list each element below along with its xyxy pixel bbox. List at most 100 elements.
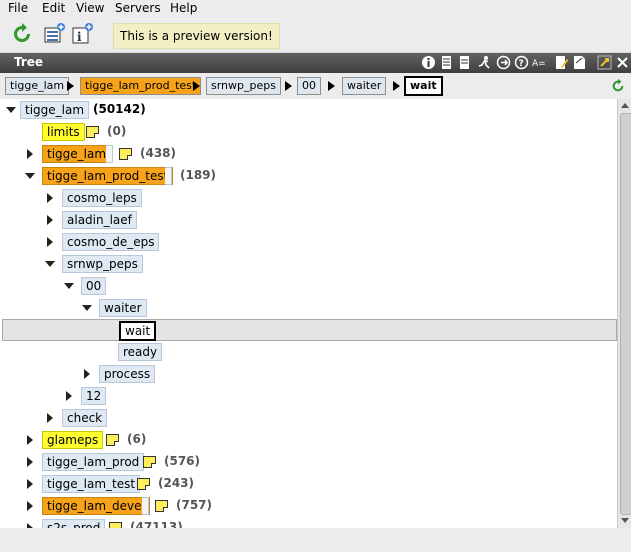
breadcrumb-item[interactable]: waiter xyxy=(342,77,387,95)
collapsed-icon[interactable] xyxy=(47,413,53,423)
tree-node[interactable]: 00 xyxy=(81,277,107,295)
tree-node[interactable]: limits xyxy=(42,123,85,141)
tree-row[interactable]: tigge_lam_devel (757) xyxy=(0,495,617,517)
tree-row[interactable]: 12 xyxy=(0,385,617,407)
refresh-icon[interactable] xyxy=(10,22,34,46)
breadcrumb-separator-icon xyxy=(67,81,74,91)
scroll-down-icon[interactable] xyxy=(621,518,629,523)
tree-row[interactable]: tigge_lam (50142) xyxy=(0,99,617,121)
tree-node[interactable]: tigge_lam_prod_test xyxy=(42,167,174,185)
tree-row[interactable]: s2s_prod (47113) xyxy=(0,517,617,528)
variables-icon[interactable]: A=1 xyxy=(532,55,547,70)
panel-title: Tree xyxy=(14,55,44,69)
tree-node[interactable]: tigge_lam_test xyxy=(42,475,141,493)
tree-node[interactable]: cosmo_leps xyxy=(62,189,142,207)
tree-row[interactable]: process xyxy=(0,363,617,385)
tree-node[interactable]: s2s_prod xyxy=(42,519,106,528)
refresh-icon[interactable] xyxy=(610,78,626,94)
expanded-icon[interactable] xyxy=(45,261,55,267)
tree-row[interactable]: tigge_lam_test (243) xyxy=(0,473,617,495)
tree-node[interactable]: process xyxy=(99,365,156,383)
expanded-icon[interactable] xyxy=(6,107,16,113)
tree-row[interactable]: cosmo_leps xyxy=(0,187,617,209)
detach-icon[interactable] xyxy=(597,55,612,70)
note-icon xyxy=(143,456,156,468)
tree-row-selected[interactable]: wait xyxy=(2,319,617,341)
breadcrumb-item[interactable]: srnwp_peps xyxy=(206,77,281,95)
tree-node[interactable]: check xyxy=(62,409,108,427)
node-tail xyxy=(106,145,113,163)
collapsed-icon[interactable] xyxy=(47,215,53,225)
tree-node[interactable]: srnwp_peps xyxy=(62,255,143,273)
why-icon[interactable]: ? xyxy=(514,55,529,70)
expanded-icon[interactable] xyxy=(64,283,74,289)
menu-servers[interactable]: Servers xyxy=(115,1,161,15)
expanded-icon[interactable] xyxy=(82,305,92,311)
tree-row[interactable]: limits (0) xyxy=(0,121,617,143)
toolbar: i This is a preview version! xyxy=(0,18,631,53)
tree-row[interactable]: 00 xyxy=(0,275,617,297)
expanded-icon[interactable] xyxy=(25,173,35,179)
tree-row[interactable]: cosmo_de_eps xyxy=(0,231,617,253)
tree-row[interactable]: srnwp_peps xyxy=(0,253,617,275)
node-count: (6) xyxy=(127,432,147,446)
breadcrumb-item[interactable]: tigge_lam_prod_test xyxy=(80,77,202,95)
tree-node[interactable]: tigge_lam_prod xyxy=(42,453,145,471)
vertical-scrollbar[interactable] xyxy=(617,99,631,528)
collapsed-icon[interactable] xyxy=(27,479,33,489)
node-tail xyxy=(165,167,172,185)
tree-row[interactable]: check xyxy=(0,407,617,429)
menu-file[interactable]: File xyxy=(8,1,28,15)
svg-text:i: i xyxy=(77,30,82,44)
tree-row[interactable]: aladin_laef xyxy=(0,209,617,231)
note-icon xyxy=(119,148,132,160)
collapsed-icon[interactable] xyxy=(84,369,90,379)
close-icon[interactable] xyxy=(615,55,630,70)
scroll-up-icon[interactable] xyxy=(621,103,629,108)
breadcrumb-item[interactable]: tigge_lam xyxy=(5,77,70,95)
tree-node[interactable]: tigge_lam xyxy=(42,145,112,163)
menu-view[interactable]: View xyxy=(76,1,104,15)
preview-banner: This is a preview version! xyxy=(113,23,280,49)
job-icon[interactable] xyxy=(477,55,492,70)
tree-node[interactable]: aladin_laef xyxy=(62,211,137,229)
tree-row[interactable]: ready xyxy=(0,341,617,363)
collapsed-icon[interactable] xyxy=(27,435,33,445)
tree-node[interactable]: 12 xyxy=(81,387,107,405)
tree-node[interactable]: ready xyxy=(118,343,163,361)
collapsed-icon[interactable] xyxy=(47,193,53,203)
messages-icon[interactable] xyxy=(572,55,587,70)
scrollbar-thumb[interactable] xyxy=(620,113,631,515)
tree-node-server[interactable]: tigge_lam xyxy=(20,101,90,119)
tree-node[interactable]: waiter xyxy=(99,299,147,317)
script-icon[interactable] xyxy=(439,55,454,70)
tree-row[interactable]: tigge_lam (438) xyxy=(0,143,617,165)
collapsed-icon[interactable] xyxy=(27,457,33,467)
collapsed-icon[interactable] xyxy=(47,237,53,247)
add-server-icon[interactable] xyxy=(42,22,66,46)
menu-edit[interactable]: Edit xyxy=(42,1,65,15)
node-tail xyxy=(142,497,149,515)
tree-row[interactable]: waiter xyxy=(0,297,617,319)
output-icon[interactable] xyxy=(496,55,511,70)
collapsed-icon[interactable] xyxy=(27,501,33,511)
breadcrumb-separator-icon xyxy=(393,81,400,91)
collapsed-icon[interactable] xyxy=(27,149,33,159)
edit-icon[interactable] xyxy=(554,55,569,70)
info-icon[interactable] xyxy=(421,55,436,70)
tree-row[interactable]: tigge_lam_prod_test (189) xyxy=(0,165,617,187)
collapsed-icon[interactable] xyxy=(66,391,72,401)
breadcrumb-item-selected[interactable]: wait xyxy=(404,76,443,96)
info-icon[interactable]: i xyxy=(70,22,94,46)
manual-icon[interactable] xyxy=(457,55,472,70)
breadcrumb-item[interactable]: 00 xyxy=(297,77,321,95)
menu-bar: File Edit View Servers Help xyxy=(0,0,631,18)
tree-node[interactable]: cosmo_de_eps xyxy=(62,233,160,251)
tree-node[interactable]: tigge_lam_devel xyxy=(42,497,150,515)
tree-node-selected[interactable]: wait xyxy=(119,321,157,341)
tree-node[interactable]: glameps xyxy=(42,431,104,449)
tree-row[interactable]: glameps (6) xyxy=(0,429,617,451)
tree-row[interactable]: tigge_lam_prod (576) xyxy=(0,451,617,473)
menu-help[interactable]: Help xyxy=(170,1,197,15)
breadcrumb-separator-icon xyxy=(193,81,200,91)
